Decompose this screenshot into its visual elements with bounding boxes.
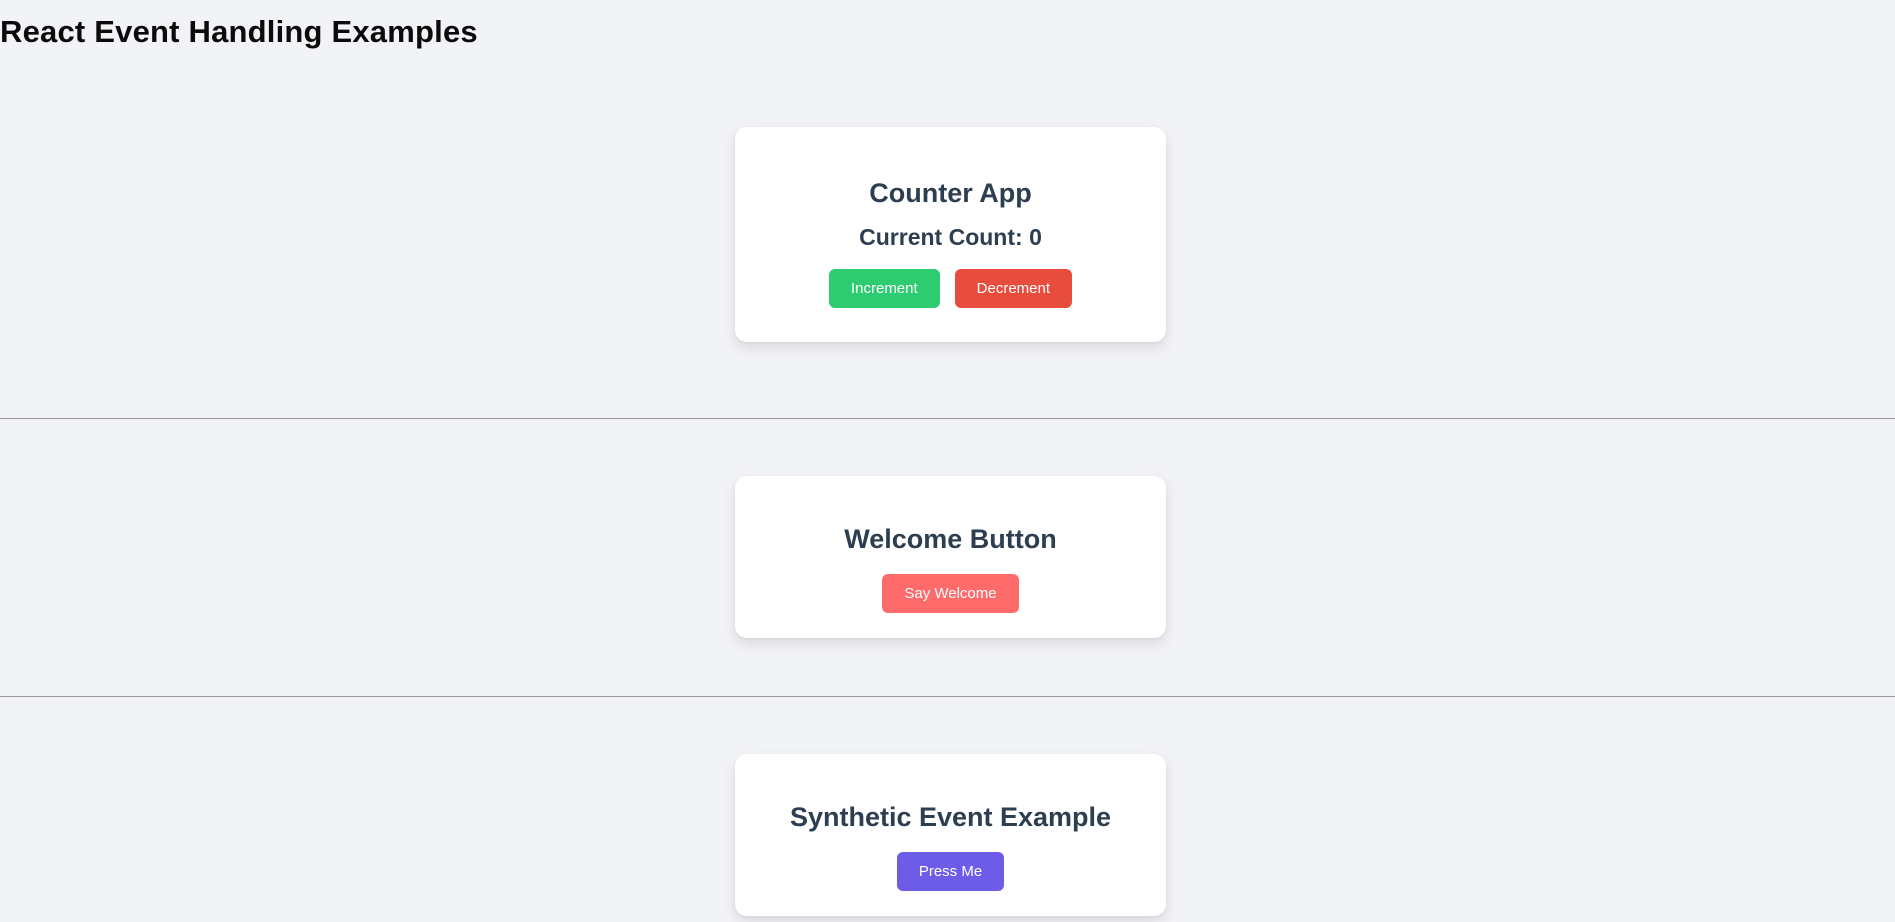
welcome-title: Welcome Button [844, 524, 1057, 554]
synthetic-event-card: Synthetic Event Example Press Me [735, 754, 1166, 916]
page-title: React Event Handling Examples [0, 14, 478, 49]
say-welcome-button[interactable]: Say Welcome [882, 574, 1019, 613]
section-divider [0, 696, 1895, 697]
increment-button[interactable]: Increment [828, 269, 940, 308]
section-divider [0, 418, 1895, 419]
current-count-value: 0 [1029, 224, 1042, 250]
counter-card: Counter App Current Count: 0 Increment D… [735, 127, 1166, 342]
synthetic-event-title: Synthetic Event Example [789, 802, 1112, 832]
current-count: Current Count: 0 [735, 224, 1166, 251]
counter-title: Counter App [869, 178, 1032, 208]
press-me-button[interactable]: Press Me [896, 852, 1005, 891]
welcome-card: Welcome Button Say Welcome [735, 476, 1166, 638]
counter-button-row: Increment Decrement [735, 269, 1166, 308]
decrement-button[interactable]: Decrement [954, 269, 1073, 308]
current-count-label: Current Count: [859, 224, 1030, 250]
